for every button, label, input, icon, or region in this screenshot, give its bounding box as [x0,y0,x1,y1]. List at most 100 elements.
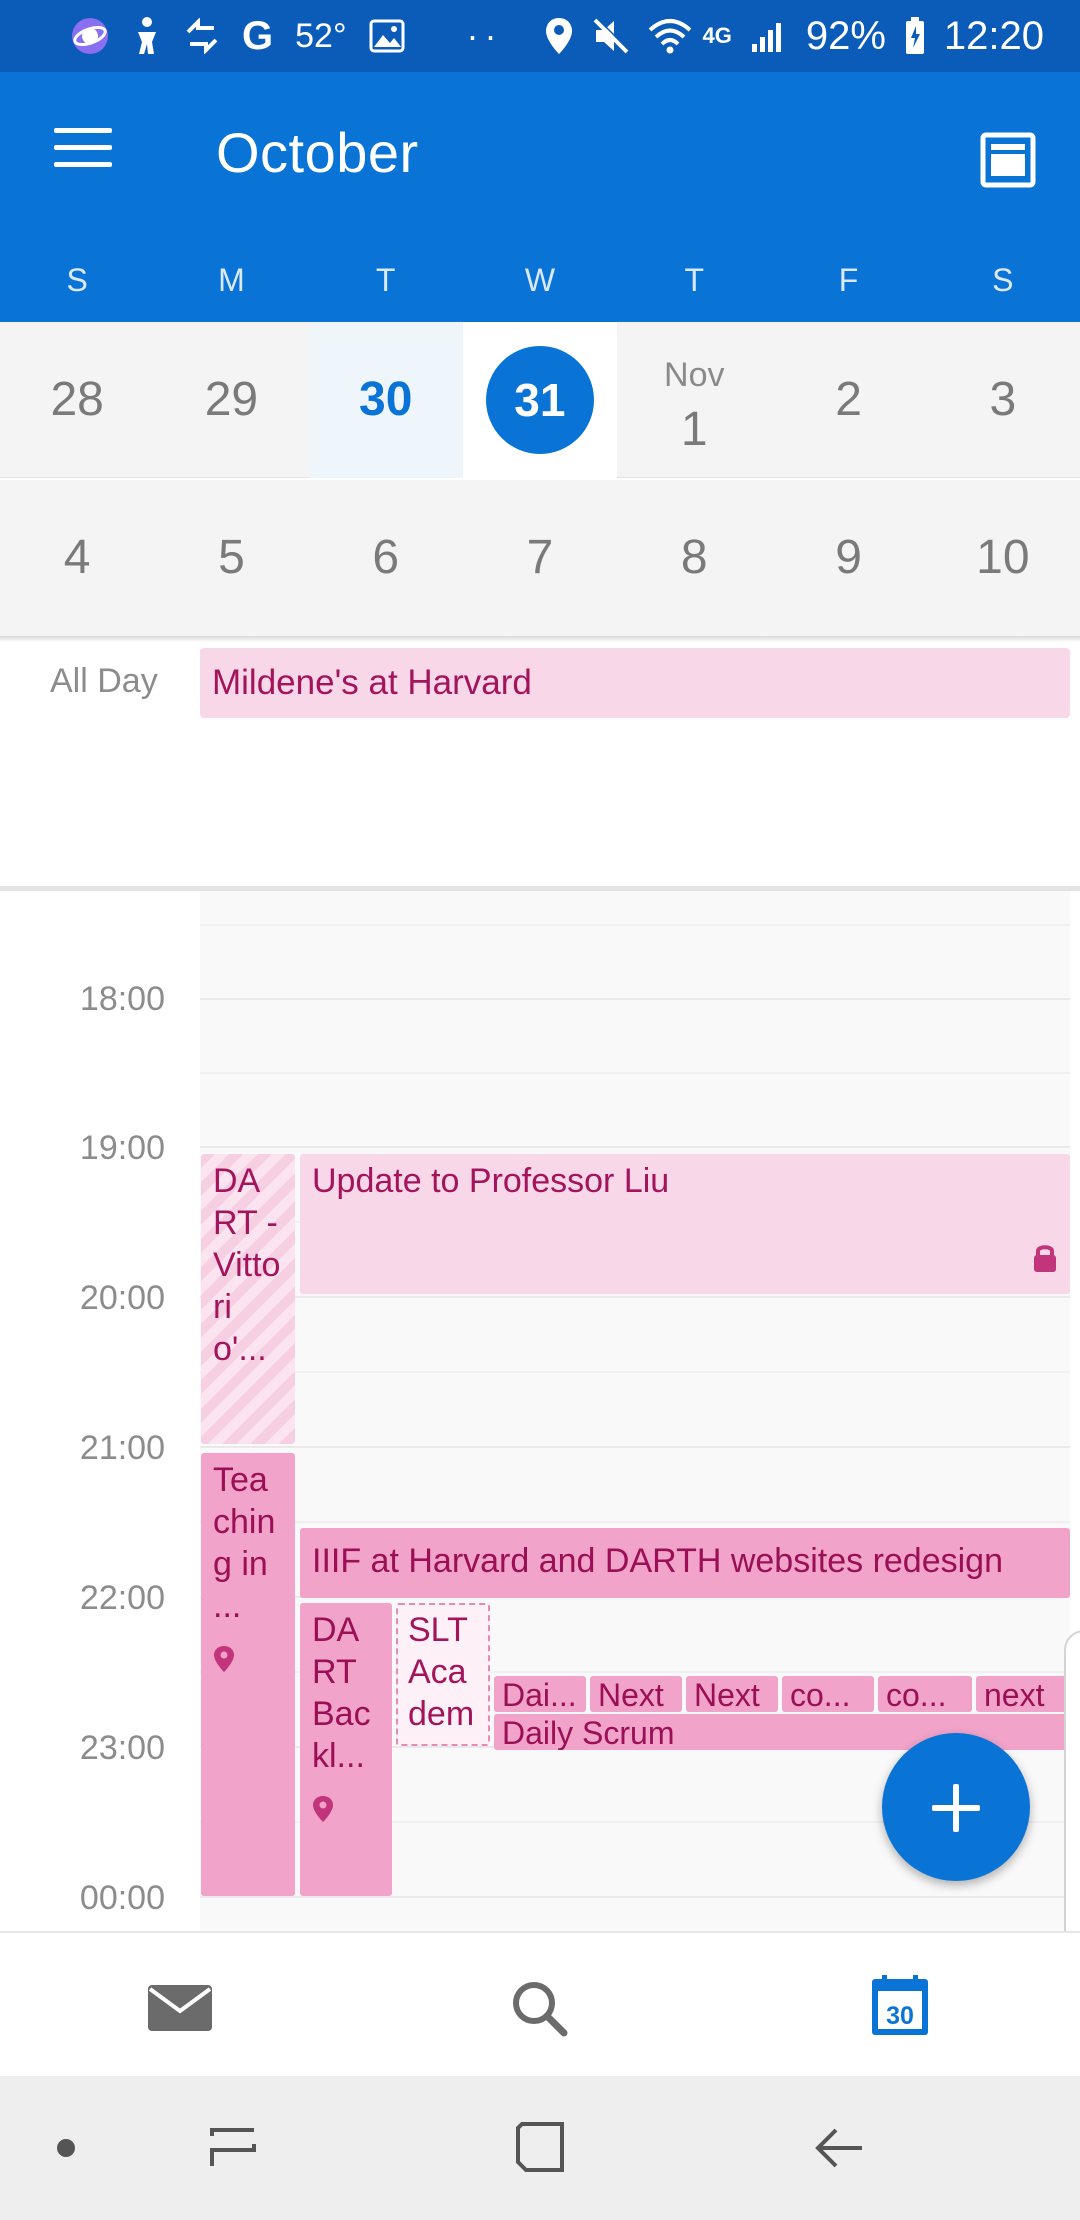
date-cell[interactable]: 10 [926,480,1080,636]
home-icon[interactable] [512,2120,568,2181]
add-event-button[interactable] [882,1733,1030,1881]
event-title: SLT Academ- [408,1611,475,1744]
menu-icon[interactable] [54,126,114,170]
date-number: 1 [680,403,708,456]
event-update-professor-liu[interactable]: Update to Professor Liu [300,1154,1070,1294]
grid-line [200,1072,1070,1074]
event-dart-vittorio[interactable]: DART - Vittorio'... [201,1154,295,1444]
event-dart-backlog[interactable]: DART Backl... [300,1603,392,1896]
hour-label: 20:00 [79,1279,165,1317]
nav-dot-icon[interactable] [56,2138,76,2163]
event-teaching[interactable]: Teaching in ... [201,1453,295,1896]
weekday-label: T [684,262,705,298]
date-number: 8 [680,531,708,584]
accessibility-icon [132,16,162,56]
google-icon: G [242,13,274,58]
battery-percent-text: 92% [805,13,886,58]
date-cell[interactable]: 3 [926,322,1080,478]
search-icon[interactable] [500,1973,580,2043]
date-cell[interactable]: 6 [309,480,463,636]
signal-icon [750,18,788,54]
date-cell[interactable]: 5 [154,480,308,636]
date-cell[interactable]: 8 [617,480,771,636]
clock-text: 12:20 [943,13,1044,58]
date-cell[interactable]: 29 [154,322,308,478]
date-cell-today[interactable]: 30 [308,322,463,478]
grid-line [200,1446,1070,1448]
date-number: 3 [989,373,1017,426]
battery-icon [904,16,926,56]
event-title: Teaching in ... [213,1461,276,1625]
month-label: Nov [664,356,725,394]
selected-date-circle: 31 [485,346,594,454]
grid-line [200,1896,1070,1898]
date-number: 28 [50,373,104,426]
app-header: October S M T W T F S [0,72,1080,322]
status-bar: G 52° ·· 4G 92% 12:20 [0,0,1080,72]
weekday-header: S M T W T F S [0,262,1080,312]
grid-line [200,1371,1070,1373]
date-cell[interactable]: 9 [771,480,925,636]
lock-icon [1032,1242,1058,1284]
wifi-icon [648,18,692,54]
event-mini[interactable]: Next [590,1676,682,1712]
recent-apps-icon[interactable] [206,2122,262,2179]
event-slt-academy[interactable]: SLT Academ- [396,1603,490,1746]
location-icon [544,16,574,56]
date-cell[interactable]: 28 [0,322,154,478]
date-number: 2 [835,373,862,426]
hour-label: 00:00 [79,1879,165,1917]
grid-line [200,998,1070,1000]
date-cell[interactable]: Nov 1 [617,322,771,478]
all-day-event[interactable]: Mildene's at Harvard [200,648,1070,718]
date-number: 5 [218,531,245,584]
weekday-label: W [524,262,556,298]
event-title: DART - Vittorio'... [213,1162,281,1368]
date-cell-selected[interactable]: 31 [462,322,618,478]
grid-line [200,924,1070,926]
weekday-label: S [992,262,1014,298]
calendar-view-icon[interactable] [980,132,1036,188]
temperature-text: 52° [295,16,347,55]
grid-shadow [0,636,1080,642]
mute-icon [592,17,630,55]
week-row: 4 5 6 7 8 9 10 [0,480,1080,636]
date-cell[interactable]: 7 [463,480,617,636]
date-number: 10 [976,531,1030,584]
hour-label: 19:00 [79,1129,165,1167]
event-mini[interactable]: co... [782,1676,874,1712]
bottom-tab-bar: 30 [0,1931,1080,2076]
hour-label: 23:00 [79,1729,165,1767]
network-type-text: 4G [702,23,732,48]
location-pin-icon [312,1791,334,1822]
date-number: 6 [372,531,400,584]
event-iiif-harvard[interactable]: IIIF at Harvard and DARTH websites redes… [300,1528,1070,1598]
data-sync-icon [184,18,220,54]
event-title: Update to Professor Liu [312,1162,670,1200]
date-cell[interactable]: 4 [0,480,154,636]
event-title: DART Backl... [312,1611,371,1775]
date-number: 29 [204,373,259,426]
weekday-label: T [375,262,396,298]
system-navigation-bar [0,2076,1080,2220]
event-mini[interactable]: Next [686,1676,778,1712]
grid-line [200,1296,1070,1298]
week-row: 28 29 30 31 Nov 1 2 3 [0,322,1080,478]
hour-label: 21:00 [79,1429,165,1467]
all-day-label: All Day [50,662,158,700]
grid-line [200,1146,1070,1148]
date-number: 7 [526,531,554,584]
calendar-tab-icon[interactable]: 30 [860,1973,940,2043]
event-mini[interactable]: Dai... [494,1676,586,1712]
samsung-internet-icon [70,16,110,56]
grid-line [200,1521,1070,1523]
back-icon[interactable] [812,2122,868,2179]
event-mini[interactable]: co... [878,1676,972,1712]
mail-icon[interactable] [140,1973,220,2043]
hour-label: 22:00 [79,1579,165,1617]
date-cell[interactable]: 2 [771,322,925,478]
month-title[interactable]: October [216,120,419,185]
weekday-label: M [218,262,245,298]
event-mini[interactable]: next [976,1676,1070,1712]
event-title: IIIF at Harvard and DARTH websites redes… [312,1542,1003,1580]
